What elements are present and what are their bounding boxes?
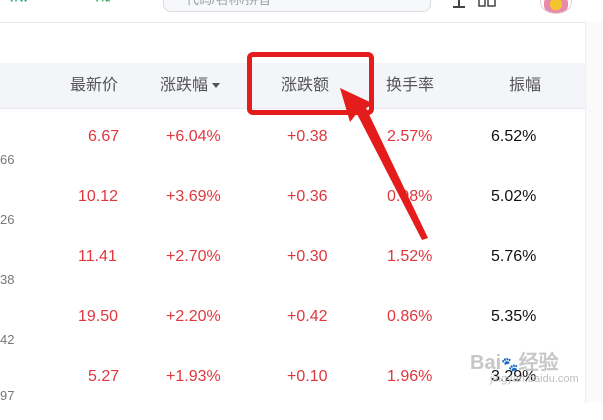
amplitude: 6.52%: [491, 128, 537, 145]
table-row[interactable]: 26 10.12 +3.69% +0.36 0.98% 5.02%: [0, 180, 585, 240]
code-fragment: 38: [0, 272, 15, 287]
sort-down-icon: [212, 83, 221, 89]
price: 6.67: [88, 128, 120, 145]
col-amplitude[interactable]: 振幅: [509, 63, 541, 108]
top-fragment-a: ᵗᵀᵂ: [10, 0, 28, 8]
change-pct: +2.20%: [166, 308, 221, 325]
code-fragment: 97: [0, 388, 15, 403]
turnover: 0.98%: [387, 188, 433, 205]
watermark: Bai🐾经验 jingyan.baidu.com: [470, 346, 579, 385]
amplitude: 5.35%: [491, 308, 537, 325]
change-amt: +0.10: [287, 368, 328, 385]
change-amt: +0.42: [287, 308, 328, 325]
highlight-box: [247, 52, 374, 115]
avatar[interactable]: [540, 0, 572, 14]
person-icon[interactable]: [452, 0, 466, 8]
price: 10.12: [78, 188, 119, 205]
top-fragment-b: ᴾᴺᴾ: [96, 0, 114, 8]
amplitude: 5.02%: [491, 188, 537, 205]
turnover: 2.57%: [387, 128, 433, 145]
change-pct: +6.04%: [166, 128, 221, 145]
col-turnover[interactable]: 换手率: [386, 63, 434, 108]
grid-icon[interactable]: [478, 0, 496, 8]
search-input[interactable]: 代码/名称/拼音: [163, 0, 431, 12]
turnover: 0.86%: [387, 308, 433, 325]
watermark-sub: jingyan.baidu.com: [490, 373, 579, 385]
col-latest-price[interactable]: 最新价: [70, 63, 118, 108]
col-change-pct[interactable]: 涨跌幅: [160, 63, 221, 108]
code-fragment: 66: [0, 152, 15, 167]
price: 5.27: [88, 368, 120, 385]
code-fragment: 42: [0, 332, 15, 347]
scrollbar[interactable]: [585, 22, 603, 402]
table-row[interactable]: 66 6.67 +6.04% +0.38 2.57% 6.52%: [0, 120, 585, 180]
top-bar: ᵗᵀᵂ ᴾᴺᴾ 代码/名称/拼音: [0, 0, 603, 22]
change-pct: +3.69%: [166, 188, 221, 205]
change-amt: +0.30: [287, 248, 328, 265]
amplitude: 5.76%: [491, 248, 537, 265]
price: 19.50: [78, 308, 119, 325]
price: 11.41: [78, 248, 117, 265]
code-fragment: 26: [0, 212, 15, 227]
watermark-suffix: 经验: [518, 352, 559, 374]
turnover: 1.96%: [387, 368, 433, 385]
change-amt: +0.36: [287, 188, 328, 205]
table-row[interactable]: 38 11.41 +2.70% +0.30 1.52% 5.76%: [0, 240, 585, 300]
col-change-pct-label: 涨跌幅: [160, 77, 209, 94]
turnover: 1.52%: [387, 248, 433, 265]
paw-icon: 🐾: [501, 356, 519, 372]
change-pct: +1.93%: [166, 368, 221, 385]
change-amt: +0.38: [287, 128, 328, 145]
change-pct: +2.70%: [166, 248, 221, 265]
watermark-brand: Bai: [470, 352, 502, 374]
